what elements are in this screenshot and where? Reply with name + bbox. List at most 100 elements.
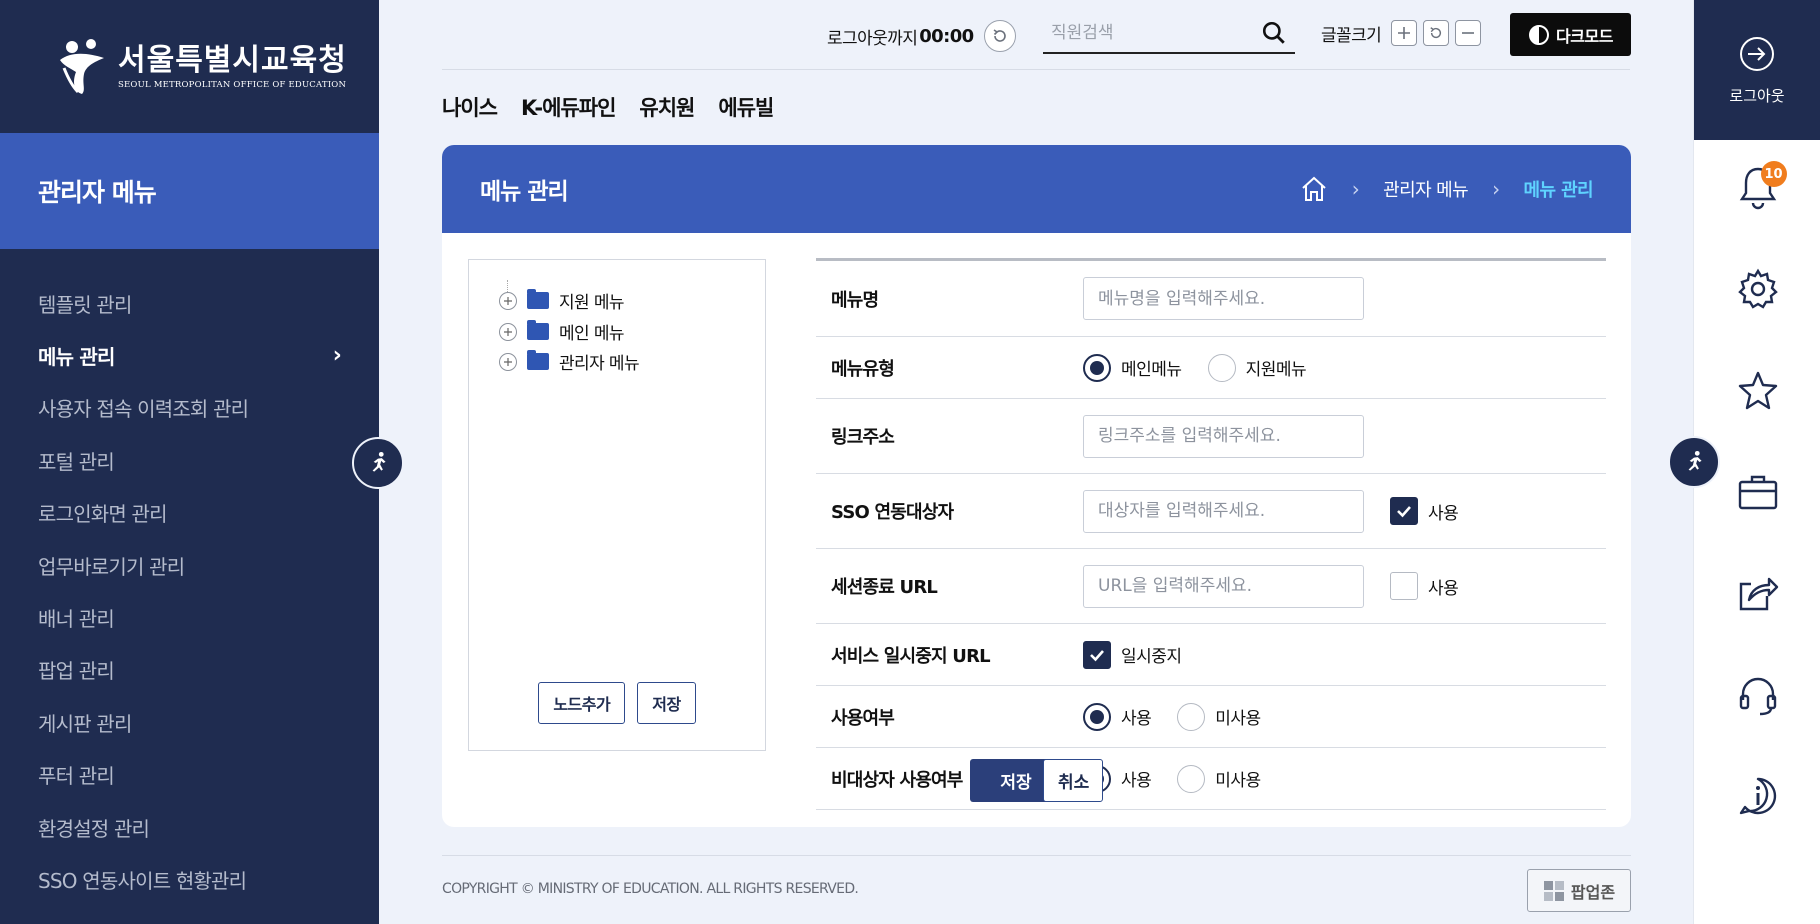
menu-name-input[interactable] bbox=[1083, 277, 1364, 320]
brand-logo[interactable]: 서울특별시교육청 SEOUL METROPOLITAN OFFICE OF ED… bbox=[0, 0, 379, 133]
running-person-icon bbox=[372, 451, 386, 472]
footer: COPYRIGHT © MINISTRY OF EDUCATION. ALL R… bbox=[442, 855, 1631, 924]
sidebar-toggle-button[interactable] bbox=[352, 437, 404, 489]
sso-use-checkbox[interactable]: 사용 bbox=[1390, 497, 1459, 525]
sidebar-item-footer[interactable]: 푸터 관리 bbox=[0, 749, 379, 801]
tab-neis[interactable]: 나이스 bbox=[442, 92, 498, 122]
font-increase-button[interactable] bbox=[1391, 20, 1418, 46]
breadcrumb-current: 메뉴 관리 bbox=[1523, 180, 1593, 201]
breadcrumb-separator-icon: › bbox=[1351, 177, 1360, 201]
favorites-button[interactable] bbox=[1694, 370, 1820, 412]
folder-icon bbox=[527, 289, 549, 309]
contrast-icon bbox=[1529, 24, 1550, 45]
sso-target-input[interactable] bbox=[1083, 489, 1364, 533]
session-url-use-checkbox[interactable]: 사용 bbox=[1390, 572, 1459, 600]
brand-name-en: SEOUL METROPOLITAN OFFICE OF EDUCATION bbox=[118, 79, 347, 90]
running-person-icon bbox=[1688, 450, 1702, 471]
expand-icon[interactable] bbox=[499, 322, 517, 341]
sidebar-item-template[interactable]: 템플릿 관리 bbox=[0, 277, 379, 329]
breadcrumb-admin-menu[interactable]: 관리자 메뉴 bbox=[1383, 176, 1469, 202]
form-row-link: 링크주소 bbox=[816, 399, 1606, 474]
breadcrumb: › 관리자 메뉴 › 메뉴 관리 bbox=[1300, 175, 1594, 203]
plus-icon bbox=[1398, 27, 1411, 39]
folder-icon bbox=[527, 320, 549, 340]
logout-button[interactable]: 로그아웃 bbox=[1694, 0, 1820, 140]
share-button[interactable] bbox=[1694, 572, 1820, 614]
employee-search bbox=[1043, 14, 1295, 54]
timer-refresh-button[interactable] bbox=[983, 20, 1016, 52]
pause-checkbox[interactable]: 일시중지 bbox=[1083, 640, 1182, 669]
expand-icon[interactable] bbox=[499, 291, 517, 310]
tab-kindergarten[interactable]: 유치원 bbox=[639, 92, 695, 122]
menu-detail-form: 메뉴명 메뉴유형 메인메뉴 지원메뉴 링크주소 SSO 연동대상자 bbox=[816, 258, 1606, 810]
sidebar-item-access-log[interactable]: 사용자 접속 이력조회 관리 bbox=[0, 382, 379, 434]
brand-name-ko: 서울특별시교육청 bbox=[118, 42, 347, 78]
form-row-sso-target: SSO 연동대상자 사용 bbox=[816, 474, 1606, 549]
add-node-button[interactable]: 노드추가 bbox=[538, 682, 626, 724]
popup-zone-button[interactable]: 팝업존 bbox=[1527, 869, 1631, 912]
search-icon[interactable] bbox=[1261, 20, 1287, 46]
tree-save-button[interactable]: 저장 bbox=[637, 682, 696, 724]
sidebar-item-login-screen[interactable]: 로그인화면 관리 bbox=[0, 487, 379, 539]
radio-non-target-not-use[interactable]: 미사용 bbox=[1177, 764, 1261, 793]
breadcrumb-separator-icon: › bbox=[1492, 177, 1500, 201]
font-decrease-button[interactable] bbox=[1455, 20, 1482, 46]
rail-toggle-button[interactable] bbox=[1668, 436, 1720, 488]
employee-search-input[interactable] bbox=[1051, 23, 1251, 43]
panel-header: 메뉴 관리 › 관리자 메뉴 › 메뉴 관리 bbox=[442, 145, 1631, 233]
refresh-icon bbox=[993, 29, 1006, 42]
sidebar-menu: 템플릿 관리 메뉴 관리 › 사용자 접속 이력조회 관리 포털 관리 로그인화면… bbox=[0, 249, 379, 906]
tree-node-support-menu[interactable]: 지원 메뉴 bbox=[499, 288, 625, 313]
support-button[interactable] bbox=[1694, 674, 1820, 718]
sidebar-item-board[interactable]: 게시판 관리 bbox=[0, 696, 379, 748]
sidebar-item-portal[interactable]: 포털 관리 bbox=[0, 434, 379, 486]
home-icon[interactable] bbox=[1300, 175, 1328, 203]
seoul-education-logo-icon bbox=[60, 38, 104, 94]
logout-timer: 로그아웃까지 00:00 bbox=[827, 20, 1016, 52]
tab-k-edufine[interactable]: K-에듀파인 bbox=[521, 92, 616, 122]
form-row-non-target: 비대상자 사용여부 사용 미사용 bbox=[816, 748, 1606, 810]
radio-not-use[interactable]: 미사용 bbox=[1177, 702, 1261, 731]
menu-tree: 지원 메뉴 메인 메뉴 관리자 메뉴 노드추가 저장 bbox=[468, 259, 766, 751]
checkmark-icon bbox=[1397, 506, 1411, 518]
notification-badge: 10 bbox=[1760, 161, 1787, 187]
sidebar-item-popup[interactable]: 팝업 관리 bbox=[0, 644, 379, 696]
form-cancel-button[interactable]: 취소 bbox=[1043, 759, 1103, 802]
info-button[interactable] bbox=[1694, 775, 1820, 817]
notification-button[interactable]: 10 bbox=[1694, 161, 1820, 215]
timer-value: 00:00 bbox=[919, 25, 974, 47]
settings-button[interactable] bbox=[1694, 268, 1820, 310]
share-icon bbox=[1739, 577, 1778, 611]
headset-icon bbox=[1739, 677, 1776, 716]
radio-support-menu[interactable]: 지원메뉴 bbox=[1207, 353, 1307, 382]
grid-icon bbox=[1543, 880, 1564, 901]
tab-edubill[interactable]: 에듀빌 bbox=[718, 92, 774, 122]
star-icon bbox=[1738, 371, 1777, 410]
dark-mode-button[interactable]: 다크모드 bbox=[1510, 13, 1631, 56]
sidebar-item-settings[interactable]: 환경설정 관리 bbox=[0, 801, 379, 853]
form-row-use: 사용여부 사용 미사용 bbox=[816, 686, 1606, 748]
page-title: 메뉴 관리 bbox=[480, 179, 569, 205]
sidebar-item-sso[interactable]: SSO 연동사이트 현황관리 bbox=[0, 853, 379, 905]
sidebar-item-shortcut[interactable]: 업무바로기기 관리 bbox=[0, 539, 379, 591]
link-url-input[interactable] bbox=[1083, 414, 1364, 458]
session-url-input[interactable] bbox=[1083, 564, 1364, 608]
minus-icon bbox=[1462, 32, 1475, 34]
sidebar-item-menu[interactable]: 메뉴 관리 › bbox=[0, 329, 379, 381]
checkmark-icon bbox=[1090, 649, 1104, 661]
logout-icon bbox=[1740, 36, 1774, 71]
sidebar-title: 관리자 메뉴 bbox=[0, 133, 379, 249]
gear-icon bbox=[1737, 268, 1778, 309]
radio-use[interactable]: 사용 bbox=[1083, 702, 1152, 731]
chevron-right-icon: › bbox=[332, 343, 342, 369]
top-bar: 로그아웃까지00:00 글꼴크기 다크모드 bbox=[442, 0, 1631, 70]
sidebar-item-banner[interactable]: 배너 관리 bbox=[0, 591, 379, 643]
font-reset-button[interactable] bbox=[1423, 20, 1450, 46]
system-tabs: 나이스 K-에듀파인 유치원 에듀빌 bbox=[442, 92, 774, 122]
expand-icon[interactable] bbox=[499, 352, 517, 371]
refresh-icon bbox=[1430, 27, 1442, 39]
tree-node-admin-menu[interactable]: 관리자 메뉴 bbox=[499, 349, 640, 374]
tree-node-main-menu[interactable]: 메인 메뉴 bbox=[499, 319, 625, 344]
radio-main-menu[interactable]: 메인메뉴 bbox=[1083, 353, 1182, 382]
form-row-menu-name: 메뉴명 bbox=[816, 261, 1606, 337]
